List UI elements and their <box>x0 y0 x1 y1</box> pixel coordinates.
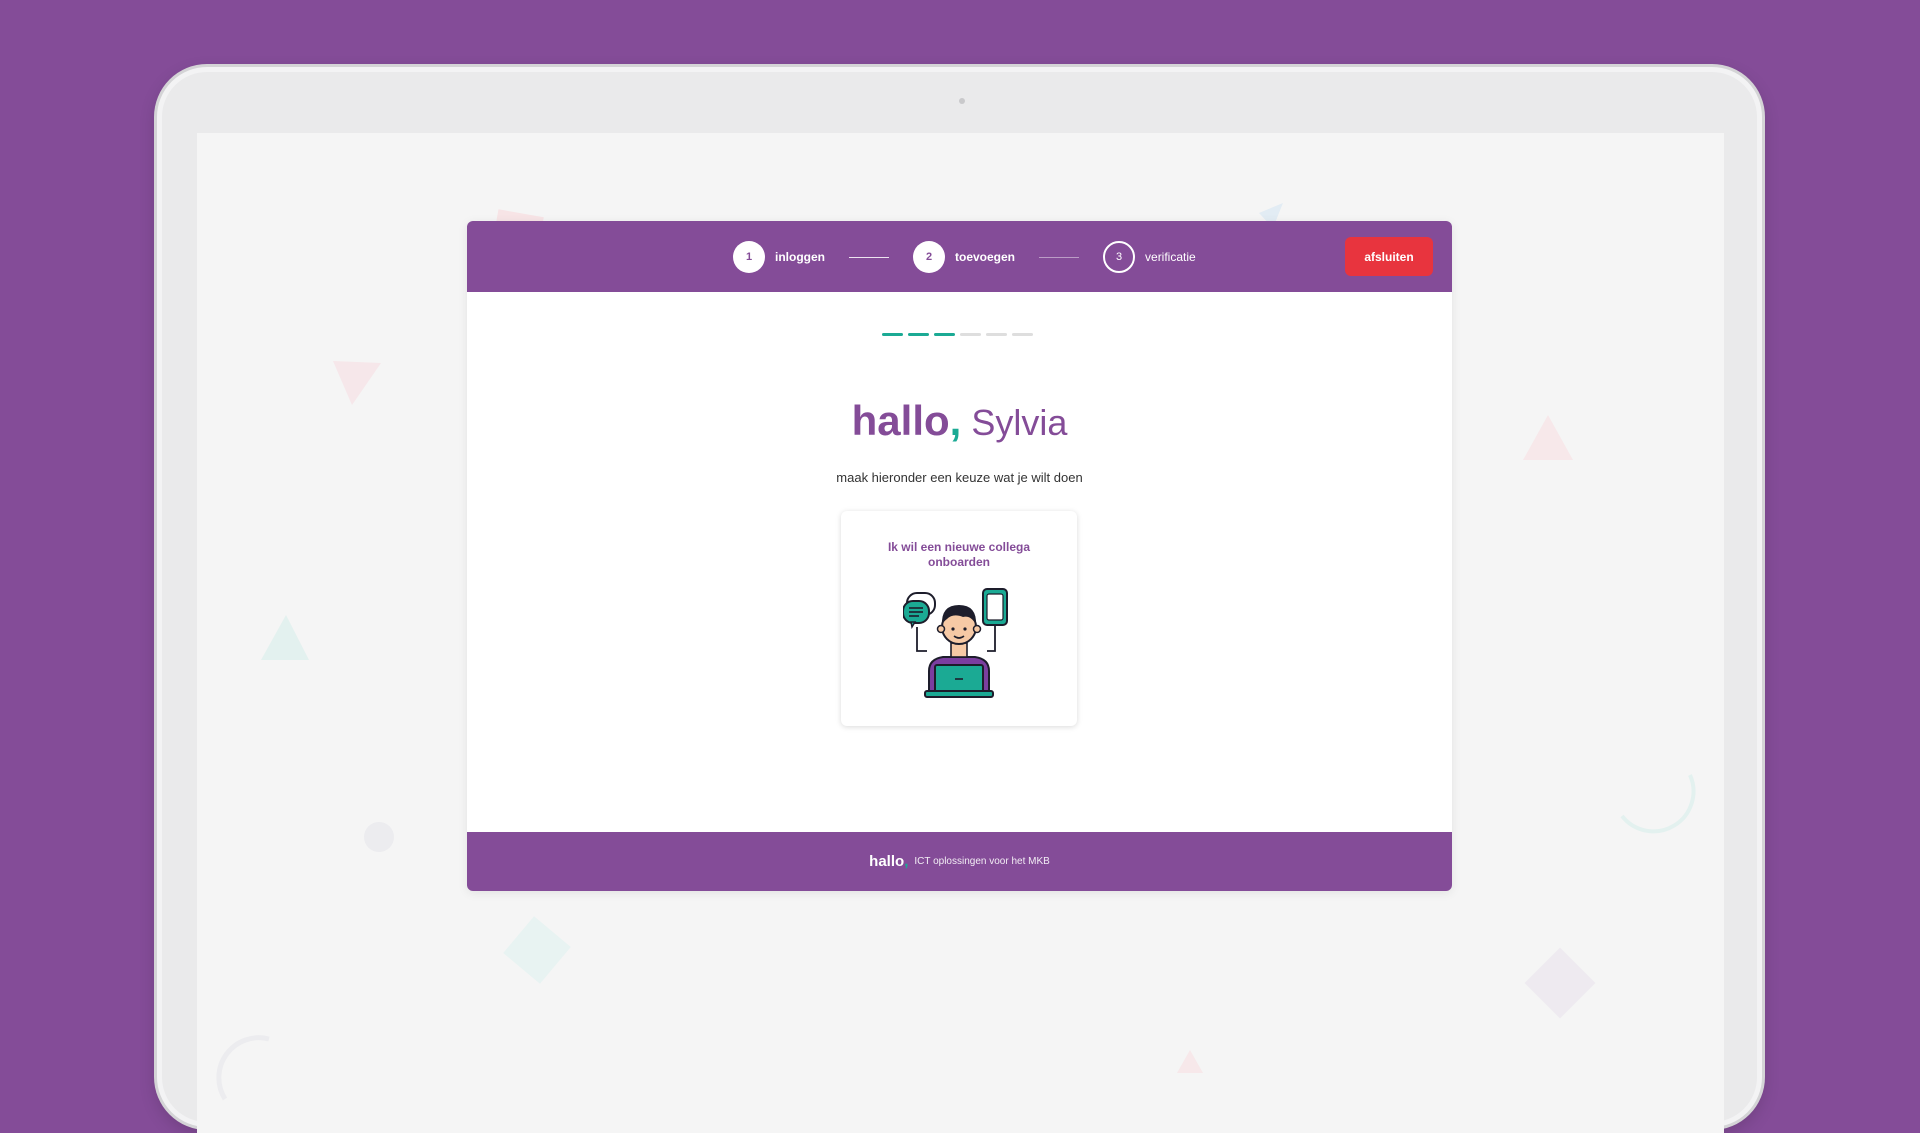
page-subtitle: maak hieronder een keuze wat je wilt doe… <box>836 470 1083 485</box>
card-title: Ik wil een nieuwe collega onboarden <box>887 540 1031 569</box>
step-label: toevoegen <box>955 250 1016 264</box>
step-label: verificatie <box>1145 250 1196 264</box>
step-connector <box>849 256 889 258</box>
progress-segment <box>908 333 929 336</box>
step-inloggen: 1 inloggen <box>733 241 825 273</box>
laptop-frame: 1 inloggen 2 toevoegen 3 verificatie afs… <box>157 67 1762 1133</box>
onboarding-window: 1 inloggen 2 toevoegen 3 verificatie afs… <box>467 221 1452 891</box>
step-connector <box>1039 256 1080 258</box>
deco-triangle-small <box>1177 1050 1203 1073</box>
deco-triangle-teal <box>261 615 309 660</box>
user-name: Sylvia <box>971 402 1068 443</box>
deco-triangle-pink-right <box>1523 415 1573 460</box>
deco-arc-teal <box>1620 774 1696 834</box>
step-number: 3 <box>1103 241 1136 273</box>
onboarding-person-icon <box>903 588 1008 698</box>
deco-circle-grey <box>364 822 394 852</box>
footer-logo-comma: , <box>904 853 909 870</box>
close-button[interactable]: afsluiten <box>1345 237 1433 276</box>
greeting-comma: , <box>949 397 962 444</box>
deco-triangle-pink <box>333 361 381 405</box>
deco-diamond-grey <box>1524 947 1596 1019</box>
progress-segment <box>986 333 1007 336</box>
stepper: 1 inloggen 2 toevoegen 3 verificatie <box>733 239 1196 275</box>
laptop-screen: 1 inloggen 2 toevoegen 3 verificatie afs… <box>197 133 1724 1133</box>
progress-segment <box>1012 333 1033 336</box>
footer-tagline: ICT oplossingen voor het MKB <box>914 856 1050 867</box>
step-number: 2 <box>913 241 945 273</box>
deco-arc-grey <box>216 1035 270 1101</box>
onboard-colleague-card[interactable]: Ik wil een nieuwe collega onboarden <box>841 511 1077 726</box>
step-number: 1 <box>733 241 765 273</box>
footer: hallo, ICT oplossingen voor het MKB <box>467 832 1452 891</box>
deco-diamond-teal <box>503 916 571 984</box>
progress-segment <box>960 333 981 336</box>
step-verificatie: 3 verificatie <box>1103 241 1196 273</box>
progress-segment <box>882 333 903 336</box>
step-toevoegen: 2 toevoegen <box>913 241 1015 273</box>
top-bar: 1 inloggen 2 toevoegen 3 verificatie afs… <box>467 221 1452 292</box>
progress-segment <box>934 333 955 336</box>
page-title: hallo, Sylvia <box>467 396 1452 448</box>
footer-logo: hallo <box>869 853 905 870</box>
greeting-word: hallo <box>851 397 950 444</box>
progress-indicator <box>882 333 1038 336</box>
step-label: inloggen <box>775 250 825 264</box>
camera-dot <box>959 98 965 104</box>
